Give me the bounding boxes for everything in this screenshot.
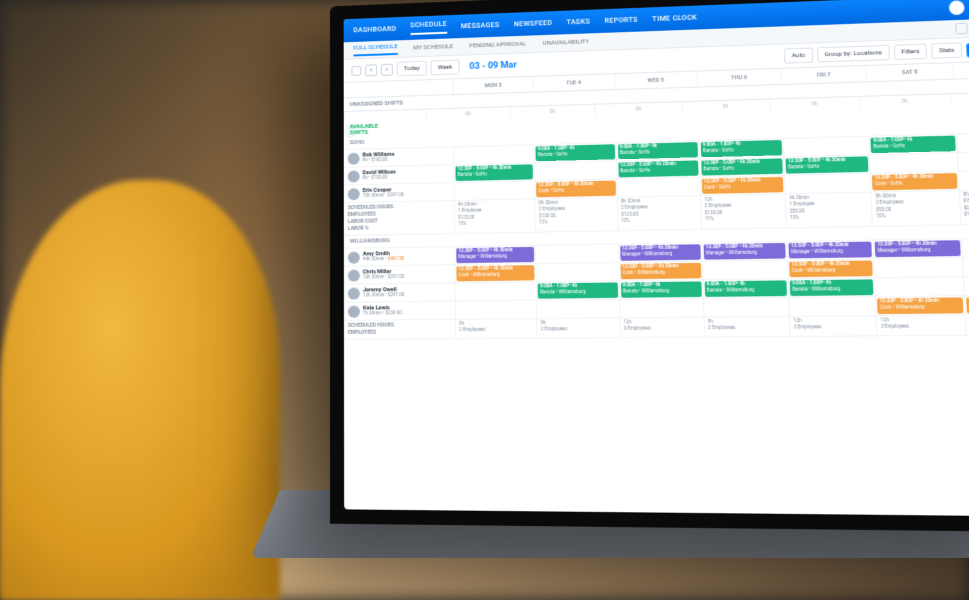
nav-schedule[interactable]: SCHEDULE — [410, 20, 447, 35]
group-dropdown[interactable]: Group by: Locations — [817, 45, 890, 63]
shift-cell[interactable]: 9:00A - 1:00P• 4hBarista • Williamsburg — [536, 281, 619, 299]
shift-cell[interactable]: 12:30P - 5:00P • 4h 30minCook • Williams… — [963, 295, 969, 314]
filters-button[interactable]: Filters — [894, 44, 928, 60]
week-dropdown[interactable]: Week — [431, 60, 460, 76]
employee-david[interactable]: David Willson8h • $150.00 — [344, 165, 454, 184]
day-col: SUN 9 — [952, 60, 969, 78]
shift-cell[interactable]: 9:00A - 1:00P• 4hBarista • SoHo — [534, 143, 616, 162]
nav-reports[interactable]: REPORTS — [604, 16, 638, 25]
nav-dashboard[interactable]: DASHBOARD — [353, 25, 396, 34]
shift-cell[interactable]: 9:00A - 1:00P• 4hBarista • SoHo — [615, 141, 699, 160]
shift-cell[interactable]: 9:00A - 1:00P• 4hBarista • Williamsburg — [788, 278, 875, 297]
shift-cell[interactable]: 12:30P - 5:00P • 4h 30minCook • SoHo — [870, 172, 958, 192]
user-menu[interactable]: Stephanie Johnson Sunny Side Up — [948, 0, 969, 15]
person-shoulder — [0, 180, 280, 600]
shift-cell[interactable]: 9:00A - 1:00P• 4hBarista • Williamsburg — [618, 280, 702, 299]
shift-cell[interactable]: 12:30P - 5:00P • 4h 30minBarista • SoHo — [783, 155, 870, 174]
avatar — [348, 305, 360, 317]
shift-cell[interactable]: 12:30P - 5:00P • 4h 30minBarista • SoHo — [616, 159, 700, 178]
shift-cell[interactable]: 12:30P - 5:00P • 4h 30minCook • Williams… — [454, 264, 535, 282]
employee-amy[interactable]: Amy Smith44h 30min • $467.50 — [344, 247, 455, 266]
date-range: 03 - 09 Mar — [469, 60, 516, 71]
today-button[interactable]: Today — [397, 61, 427, 77]
day-col: MON 3 — [453, 77, 533, 94]
tab-full-schedule[interactable]: FULL SCHEDULE — [353, 43, 397, 56]
shift-cell[interactable]: 12:30P - 5:00P • 4h 30minCook • SoHo — [699, 176, 784, 195]
avatar — [948, 0, 964, 15]
day-col: TUE 4 — [533, 74, 615, 91]
tab-pending[interactable]: PENDING APPROVAL — [469, 41, 526, 50]
nav-timeclock[interactable]: TIME CLOCK — [652, 14, 697, 24]
avatar — [348, 188, 360, 200]
shift-cell[interactable]: 12:30P - 5:00P • 4h 30minBarista • SoHo — [453, 163, 534, 182]
laptop-frame: DASHBOARD SCHEDULE MESSAGES NEWSFEED TAS… — [330, 0, 969, 532]
nav-tasks[interactable]: TASKS — [566, 18, 590, 27]
avatar — [348, 287, 360, 299]
day-col: SAT 8 — [866, 63, 953, 81]
employee-bob[interactable]: Bob Williams8h • $160.00 — [344, 147, 454, 166]
day-col: FRI 7 — [780, 66, 866, 84]
tab-unavailability[interactable]: UNAVAILABILITY — [543, 38, 590, 47]
nav-messages[interactable]: MESSAGES — [461, 21, 500, 30]
avatar — [348, 251, 360, 263]
day-col: WED 5 — [614, 72, 697, 90]
shift-cell[interactable]: 12:30P - 5:00P • 4h 30minManager • Willi… — [454, 246, 535, 264]
employee-kate[interactable]: Kate Lewis7h 30min • $234.00 — [344, 302, 455, 320]
shift-cell[interactable]: 12:30P - 5:00P • 4h 30minManager • Willi… — [786, 241, 873, 260]
shift-cell[interactable]: 9:00A - 1:00P• 4hBarista • Williamsburg — [702, 279, 788, 298]
shift-cell[interactable]: 9:00A - 1:00P• 4hBarista • SoHo — [869, 134, 957, 154]
nav-newsfeed[interactable]: NEWSFEED — [514, 19, 553, 28]
shift-cell[interactable]: 12:30P - 5:00P • 4h 30minCook • Williams… — [787, 259, 874, 278]
employee-jeremy[interactable]: Jeremy Owell13h 30min • $297.00 — [344, 283, 455, 301]
shift-cell[interactable]: 12:30P - 5:00P • 4h 30minCook • SoHo — [534, 180, 616, 199]
shift-cell[interactable]: 12:30P - 5:00P • 4h 30minBarista • SoHo — [699, 157, 784, 176]
available-header[interactable]: AVAILABLE SHIFTS — [344, 123, 358, 137]
stats-button[interactable]: Stats — [931, 42, 962, 58]
shift-cell[interactable]: 12:30P - 5:00P • 4h 30minManager • Willi… — [873, 239, 962, 258]
shift-cell[interactable]: 12:30P - 5:00P • 4h 30minManager • Willi… — [701, 242, 787, 261]
next-button[interactable]: › — [381, 63, 393, 75]
employee-erin[interactable]: Erin Cooper13h 30min • $297.00 — [344, 183, 454, 202]
shift-cell[interactable]: 12:30P - 5:00P • 4h 30minManager • Willi… — [618, 243, 702, 262]
auto-button[interactable]: Auto — [784, 47, 813, 63]
app-screen: DASHBOARD SCHEDULE MESSAGES NEWSFEED TAS… — [344, 0, 969, 517]
prev-button[interactable]: ‹ — [365, 64, 377, 76]
expand-icon[interactable] — [955, 23, 968, 35]
day-col: THU 6 — [697, 69, 781, 87]
tab-my-schedule[interactable]: MY SCHEDULE — [413, 43, 453, 51]
avatar — [348, 170, 360, 182]
avatar — [348, 152, 360, 164]
shift-cell[interactable]: 9:00A - 1:00P• 4hBarista • SoHo — [698, 139, 783, 158]
avatar — [348, 269, 360, 281]
select-all-checkbox[interactable] — [352, 65, 362, 75]
employee-chris[interactable]: Chris Miller13h 30min • $297.00 — [344, 265, 455, 284]
shift-cell[interactable]: 12:30P - 5:00P • 4h 30minCook • Williams… — [618, 262, 702, 281]
shift-cell[interactable]: 12:30P - 5:00P • 4h 30minCook • Williams… — [875, 296, 964, 315]
